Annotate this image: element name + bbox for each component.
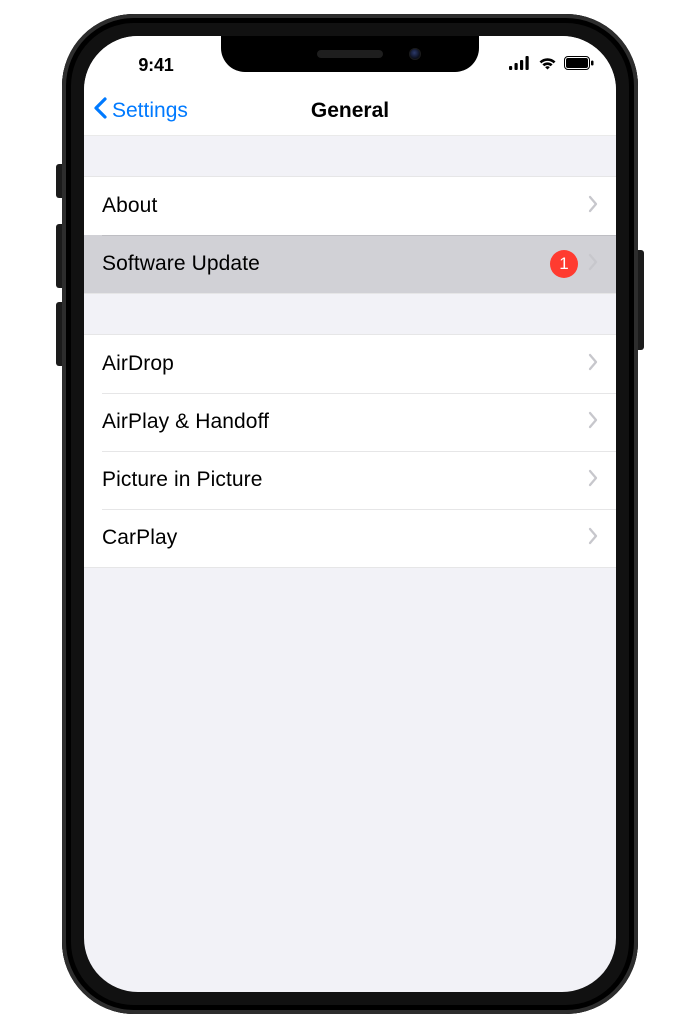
nav-bar: Settings General bbox=[84, 86, 616, 136]
settings-group-1: AirDrop AirPlay & Handoff Picture in Pictu… bbox=[84, 334, 616, 568]
cellular-icon bbox=[509, 56, 531, 75]
battery-icon bbox=[564, 56, 594, 75]
settings-list[interactable]: About Software Update1 AirDrop AirPlay & H… bbox=[84, 136, 616, 568]
volume-up-button[interactable] bbox=[56, 224, 62, 288]
notch bbox=[221, 36, 479, 72]
speaker-grille bbox=[317, 50, 383, 58]
mute-switch[interactable] bbox=[56, 164, 62, 198]
row-label: AirDrop bbox=[102, 352, 588, 376]
chevron-right-icon bbox=[588, 195, 598, 218]
row-label: CarPlay bbox=[102, 526, 588, 550]
settings-row-airdrop[interactable]: AirDrop bbox=[84, 335, 616, 393]
settings-row-carplay[interactable]: CarPlay bbox=[84, 509, 616, 567]
settings-row-airplay-handoff[interactable]: AirPlay & Handoff bbox=[84, 393, 616, 451]
volume-down-button[interactable] bbox=[56, 302, 62, 366]
chevron-right-icon bbox=[588, 253, 598, 276]
front-camera bbox=[409, 48, 421, 60]
back-button[interactable]: Settings bbox=[92, 96, 188, 126]
chevron-right-icon bbox=[588, 469, 598, 492]
settings-row-about[interactable]: About bbox=[84, 177, 616, 235]
chevron-right-icon bbox=[588, 353, 598, 376]
wifi-icon bbox=[537, 56, 558, 75]
notification-badge: 1 bbox=[550, 250, 578, 278]
status-time: 9:41 bbox=[106, 55, 206, 76]
chevron-left-icon bbox=[92, 96, 108, 126]
group-spacer bbox=[84, 136, 616, 176]
group-spacer bbox=[84, 294, 616, 334]
chevron-right-icon bbox=[588, 411, 598, 434]
device-frame: 9:41 bbox=[62, 14, 638, 1014]
settings-row-software-update[interactable]: Software Update1 bbox=[84, 235, 616, 293]
row-label: AirPlay & Handoff bbox=[102, 410, 588, 434]
chevron-right-icon bbox=[588, 527, 598, 550]
settings-row-picture-in-picture[interactable]: Picture in Picture bbox=[84, 451, 616, 509]
row-label: About bbox=[102, 194, 588, 218]
row-label: Software Update bbox=[102, 252, 550, 276]
screen: 9:41 bbox=[84, 36, 616, 992]
power-button[interactable] bbox=[638, 250, 644, 350]
row-label: Picture in Picture bbox=[102, 468, 588, 492]
settings-group-0: About Software Update1 bbox=[84, 176, 616, 294]
back-label: Settings bbox=[112, 99, 188, 123]
